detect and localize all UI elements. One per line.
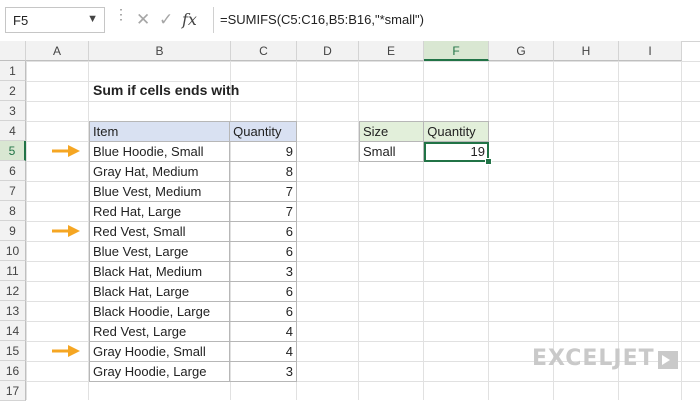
column-header-i[interactable]: I xyxy=(619,41,682,61)
fill-handle[interactable] xyxy=(485,158,492,165)
row-header-12[interactable]: 12 xyxy=(0,281,26,301)
row-header-13[interactable]: 13 xyxy=(0,301,26,321)
quantity-cell[interactable]: 7 xyxy=(229,201,297,222)
row-header-1[interactable]: 1 xyxy=(0,61,26,81)
grid-line xyxy=(423,61,424,400)
quantity-cell[interactable]: 6 xyxy=(229,221,297,242)
quantity-cell[interactable]: 8 xyxy=(229,161,297,182)
column-header-h[interactable]: H xyxy=(554,41,619,61)
row-header-4[interactable]: 4 xyxy=(0,121,26,141)
arrow-right-icon xyxy=(52,145,80,157)
grid-line xyxy=(358,61,359,400)
grid-line xyxy=(488,61,489,400)
sheet-title: Sum if cells ends with xyxy=(93,82,240,98)
row-header-5[interactable]: 5 xyxy=(0,141,26,161)
arrow-right-icon xyxy=(52,345,80,357)
row-header-2[interactable]: 2 xyxy=(0,81,26,101)
exceljet-logo: EXCELJET xyxy=(532,346,655,371)
name-box[interactable]: F5 ▼ xyxy=(5,7,105,33)
quantity-cell[interactable]: 6 xyxy=(229,301,297,322)
row-header-8[interactable]: 8 xyxy=(0,201,26,221)
row-header-17[interactable]: 17 xyxy=(0,381,26,401)
item-cell[interactable]: Black Hoodie, Large xyxy=(88,301,231,322)
drag-handle-icon[interactable]: ⋮ xyxy=(114,7,128,21)
active-cell-f5[interactable]: 19 xyxy=(423,141,492,165)
header-summary-quantity[interactable]: Quantity xyxy=(423,121,489,142)
select-all-corner[interactable] xyxy=(0,41,26,61)
header-item[interactable]: Item xyxy=(88,121,231,142)
item-cell[interactable]: Blue Vest, Large xyxy=(88,241,231,262)
formula-bar: F5 ▼ ⋮ ✕ ✓ fx =SUMIFS(C5:C16,B5:B16,"*sm… xyxy=(0,0,700,42)
chevron-down-icon[interactable]: ▼ xyxy=(87,13,98,25)
item-cell[interactable]: Blue Hoodie, Small xyxy=(88,141,231,162)
row-header-3[interactable]: 3 xyxy=(0,101,26,121)
grid-line xyxy=(681,61,682,400)
row-header-14[interactable]: 14 xyxy=(0,321,26,341)
item-cell[interactable]: Gray Hoodie, Large xyxy=(88,361,231,382)
column-header-f[interactable]: F xyxy=(424,41,489,61)
formula-actions: ✕ ✓ fx xyxy=(131,7,206,33)
quantity-cell[interactable]: 9 xyxy=(229,141,297,162)
quantity-cell[interactable]: 3 xyxy=(229,361,297,382)
table-row: Blue Vest, Large 6 xyxy=(88,241,297,262)
table-row: Blue Vest, Medium 7 xyxy=(88,181,297,202)
size-cell[interactable]: Small xyxy=(358,141,425,162)
name-box-value: F5 xyxy=(13,13,29,28)
quantity-cell[interactable]: 4 xyxy=(229,341,297,362)
quantity-cell[interactable]: 7 xyxy=(229,181,297,202)
table-row: Gray Hoodie, Small 4 xyxy=(88,341,297,362)
item-cell[interactable]: Black Hat, Large xyxy=(88,281,231,302)
quantity-cell[interactable]: 3 xyxy=(229,261,297,282)
column-header-g[interactable]: G xyxy=(489,41,554,61)
item-cell[interactable]: Gray Hat, Medium xyxy=(88,161,231,182)
summary-header-row: Size Quantity xyxy=(358,121,489,142)
table-row: Red Vest, Small 6 xyxy=(88,221,297,242)
quantity-cell[interactable]: 6 xyxy=(229,281,297,302)
column-header-c[interactable]: C xyxy=(231,41,297,61)
row-header-6[interactable]: 6 xyxy=(0,161,26,181)
item-cell[interactable]: Red Vest, Small xyxy=(88,221,231,242)
quantity-cell[interactable]: 6 xyxy=(229,241,297,262)
row-header-16[interactable]: 16 xyxy=(0,361,26,381)
header-size[interactable]: Size xyxy=(358,121,425,142)
column-header-b[interactable]: B xyxy=(89,41,231,61)
item-cell[interactable]: Red Hat, Large xyxy=(88,201,231,222)
column-header-d[interactable]: D xyxy=(297,41,359,61)
table-row: Red Hat, Large 7 xyxy=(88,201,297,222)
row-header-15[interactable]: 15 xyxy=(0,341,26,361)
header-quantity[interactable]: Quantity xyxy=(229,121,297,142)
arrow-right-icon xyxy=(52,225,80,237)
item-cell[interactable]: Red Vest, Large xyxy=(88,321,231,342)
row-header-10[interactable]: 10 xyxy=(0,241,26,261)
item-cell[interactable]: Gray Hoodie, Small xyxy=(88,341,231,362)
table-row: Red Vest, Large 4 xyxy=(88,321,297,342)
table-row: Gray Hoodie, Large 3 xyxy=(88,361,297,382)
table-row: Black Hat, Medium 3 xyxy=(88,261,297,282)
table-row: Blue Hoodie, Small 9 xyxy=(88,141,297,162)
row-header-7[interactable]: 7 xyxy=(0,181,26,201)
item-table: Item Quantity Blue Hoodie, Small 9 Gray Ha… xyxy=(88,121,297,382)
exceljet-logo-mark xyxy=(658,351,678,369)
table-header-row: Item Quantity xyxy=(88,121,297,142)
item-cell[interactable]: Blue Vest, Medium xyxy=(88,181,231,202)
quantity-cell[interactable]: 4 xyxy=(229,321,297,342)
cancel-icon[interactable]: ✕ xyxy=(136,10,150,30)
table-row: Black Hoodie, Large 6 xyxy=(88,301,297,322)
table-row: Black Hat, Large 6 xyxy=(88,281,297,302)
table-row: Gray Hat, Medium 8 xyxy=(88,161,297,182)
insert-function-icon[interactable]: fx xyxy=(182,10,197,29)
column-header-e[interactable]: E xyxy=(359,41,424,61)
row-header-11[interactable]: 11 xyxy=(0,261,26,281)
row-header-9[interactable]: 9 xyxy=(0,221,26,241)
confirm-icon[interactable]: ✓ xyxy=(159,10,173,30)
formula-text: =SUMIFS(C5:C16,B5:B16,"*small") xyxy=(220,12,424,27)
item-cell[interactable]: Black Hat, Medium xyxy=(88,261,231,282)
summary-row: Small 19 xyxy=(358,141,492,165)
column-header-a[interactable]: A xyxy=(26,41,89,61)
formula-input[interactable]: =SUMIFS(C5:C16,B5:B16,"*small") xyxy=(213,7,698,33)
result-value: 19 xyxy=(470,144,485,159)
summary-table: Size Quantity Small 19 xyxy=(358,121,492,165)
